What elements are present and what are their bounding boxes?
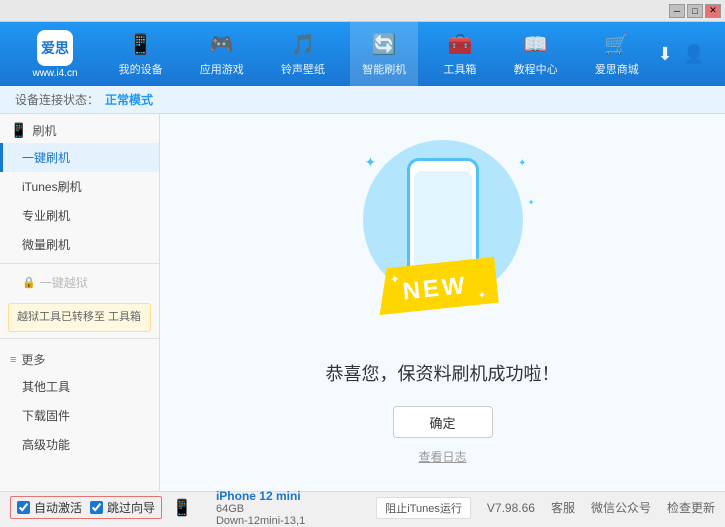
mall-nav-icon: 🛒 — [604, 32, 629, 57]
warning-text: 越狱工具已转移至 工具箱 — [17, 311, 141, 323]
device-info: iPhone 12 mini 64GB Down-12mini-13,1 — [216, 489, 305, 527]
wechat-link[interactable]: 微信公众号 — [591, 499, 651, 516]
sidebar-item-pro-flash[interactable]: 专业刷机 — [0, 201, 159, 230]
sidebar-item-jailbreak: 🔒 一键越狱 — [0, 268, 159, 297]
check-update-link[interactable]: 检查更新 — [667, 499, 715, 516]
app-nav-icon: 🎮 — [209, 32, 234, 57]
bottom-right: 阻止iTunes运行 V7.98.66 客服 微信公众号 检查更新 — [376, 497, 715, 519]
wallpaper-nav-icon: 🎵 — [291, 32, 316, 57]
warning-box: 越狱工具已转移至 工具箱 — [8, 303, 151, 332]
auto-launch-checkbox[interactable]: 自动激活 — [17, 499, 82, 516]
device-nav-icon: 📱 — [128, 32, 153, 57]
flash-section-header: 📱 刷机 — [0, 114, 159, 143]
nav-mall[interactable]: 🛒 爱思商城 — [583, 22, 651, 86]
nav-wallpaper-label: 铃声壁纸 — [281, 61, 325, 77]
lock-icon: 🔒 — [22, 276, 36, 289]
bottom-bar: 自动激活 跳过向导 📱 iPhone 12 mini 64GB Down-12m… — [0, 491, 725, 523]
itunes-stop-button[interactable]: 阻止iTunes运行 — [376, 497, 471, 519]
sidebar-item-itunes-flash[interactable]: iTunes刷机 — [0, 172, 159, 201]
skip-wizard-checkbox[interactable]: 跳过向导 — [90, 499, 155, 516]
sidebar: 📱 刷机 一键刷机 iTunes刷机 专业刷机 微量刷机 🔒 一键越狱 越狱工具… — [0, 114, 160, 491]
nav-wallpaper[interactable]: 🎵 铃声壁纸 — [269, 22, 337, 86]
auto-launch-label: 自动激活 — [34, 499, 82, 516]
auto-launch-input[interactable] — [17, 501, 30, 514]
logo-text: www.i4.cn — [32, 68, 77, 79]
sidebar-item-micro-flash[interactable]: 微量刷机 — [0, 230, 159, 259]
support-link[interactable]: 客服 — [551, 499, 575, 516]
svg-text:✦: ✦ — [477, 290, 486, 302]
skip-wizard-label: 跳过向导 — [107, 499, 155, 516]
sidebar-item-one-click-flash[interactable]: 一键刷机 — [0, 143, 159, 172]
sidebar-divider-1 — [0, 263, 159, 264]
jailbreak-label: 一键越狱 — [40, 274, 88, 291]
sidebar-item-download-firmware[interactable]: 下载固件 — [0, 401, 159, 430]
nav-tutorial-label: 教程中心 — [514, 61, 558, 77]
skip-wizard-input[interactable] — [90, 501, 103, 514]
sidebar-item-other-tools[interactable]: 其他工具 — [0, 372, 159, 401]
confirm-button[interactable]: 确定 — [393, 406, 493, 438]
nav-smart-shop-label: 智能刷机 — [362, 61, 406, 77]
sidebar-divider-2 — [0, 338, 159, 339]
nav-app-games-label: 应用游戏 — [200, 61, 244, 77]
window-controls: ─ □ ✕ — [669, 4, 721, 18]
status-label: 设备连接状态： — [15, 91, 99, 108]
user-button[interactable]: 👤 — [683, 44, 705, 65]
status-bar: 设备连接状态： 正常模式 — [0, 86, 725, 114]
flash-section-icon: 📱 — [10, 122, 27, 139]
toolbox-nav-icon: 🧰 — [447, 32, 472, 57]
device-version: Down-12mini-13,1 — [216, 515, 305, 527]
minimize-button[interactable]: ─ — [669, 4, 685, 18]
header-right: ⬇ 👤 — [657, 44, 715, 65]
nav-app-games[interactable]: 🎮 应用游戏 — [188, 22, 256, 86]
nav-smart-shop[interactable]: 🔄 智能刷机 — [350, 22, 418, 86]
header: 爱思 www.i4.cn 📱 我的设备 🎮 应用游戏 🎵 铃声壁纸 🔄 智能刷机… — [0, 22, 725, 86]
logo-icon: 爱思 — [37, 30, 73, 66]
status-value: 正常模式 — [105, 91, 153, 108]
version-label: V7.98.66 — [487, 501, 535, 515]
main-layout: 📱 刷机 一键刷机 iTunes刷机 专业刷机 微量刷机 🔒 一键越狱 越狱工具… — [0, 114, 725, 491]
logo-area[interactable]: 爱思 www.i4.cn — [10, 30, 100, 79]
maximize-button[interactable]: □ — [687, 4, 703, 18]
nav-toolbox[interactable]: 🧰 工具箱 — [431, 22, 488, 86]
secondary-link[interactable]: 查看日志 — [418, 448, 466, 465]
device-storage: 64GB — [216, 503, 305, 515]
more-section-header: ≡ 更多 — [0, 343, 159, 372]
download-button[interactable]: ⬇ — [657, 44, 672, 65]
star-right-top-icon: ✦ — [518, 158, 526, 169]
title-bar: ─ □ ✕ — [0, 0, 725, 22]
smart-nav-icon: 🔄 — [372, 32, 397, 57]
nav-items: 📱 我的设备 🎮 应用游戏 🎵 铃声壁纸 🔄 智能刷机 🧰 工具箱 📖 教程中心… — [100, 22, 657, 86]
nav-tutorial[interactable]: 📖 教程中心 — [502, 22, 570, 86]
tutorial-nav-icon: 📖 — [523, 32, 548, 57]
device-icon: 📱 — [172, 498, 192, 518]
svg-text:✦: ✦ — [389, 272, 400, 287]
more-section-label: 更多 — [21, 351, 45, 368]
nav-mall-label: 爱思商城 — [595, 61, 639, 77]
content-area: ✦ ✦ ✦ NEW ✦ ✦ 恭喜您，保资料刷机成功啦！ 确定 查看日志 — [160, 114, 725, 491]
flash-section-label: 刷机 — [32, 122, 56, 139]
phone-screen — [414, 171, 472, 269]
star-left-icon: ✦ — [365, 154, 377, 171]
success-message: 恭喜您，保资料刷机成功啦！ — [326, 360, 560, 386]
bottom-left: 自动激活 跳过向导 📱 iPhone 12 mini 64GB Down-12m… — [10, 489, 305, 527]
star-right-mid-icon: ✦ — [528, 198, 535, 207]
close-button[interactable]: ✕ — [705, 4, 721, 18]
sidebar-item-advanced[interactable]: 高级功能 — [0, 430, 159, 459]
checkbox-group: 自动激活 跳过向导 — [10, 496, 162, 519]
nav-toolbox-label: 工具箱 — [443, 61, 476, 77]
illustration: ✦ ✦ ✦ NEW ✦ ✦ — [333, 140, 553, 340]
nav-my-device[interactable]: 📱 我的设备 — [107, 22, 175, 86]
nav-my-device-label: 我的设备 — [119, 61, 163, 77]
